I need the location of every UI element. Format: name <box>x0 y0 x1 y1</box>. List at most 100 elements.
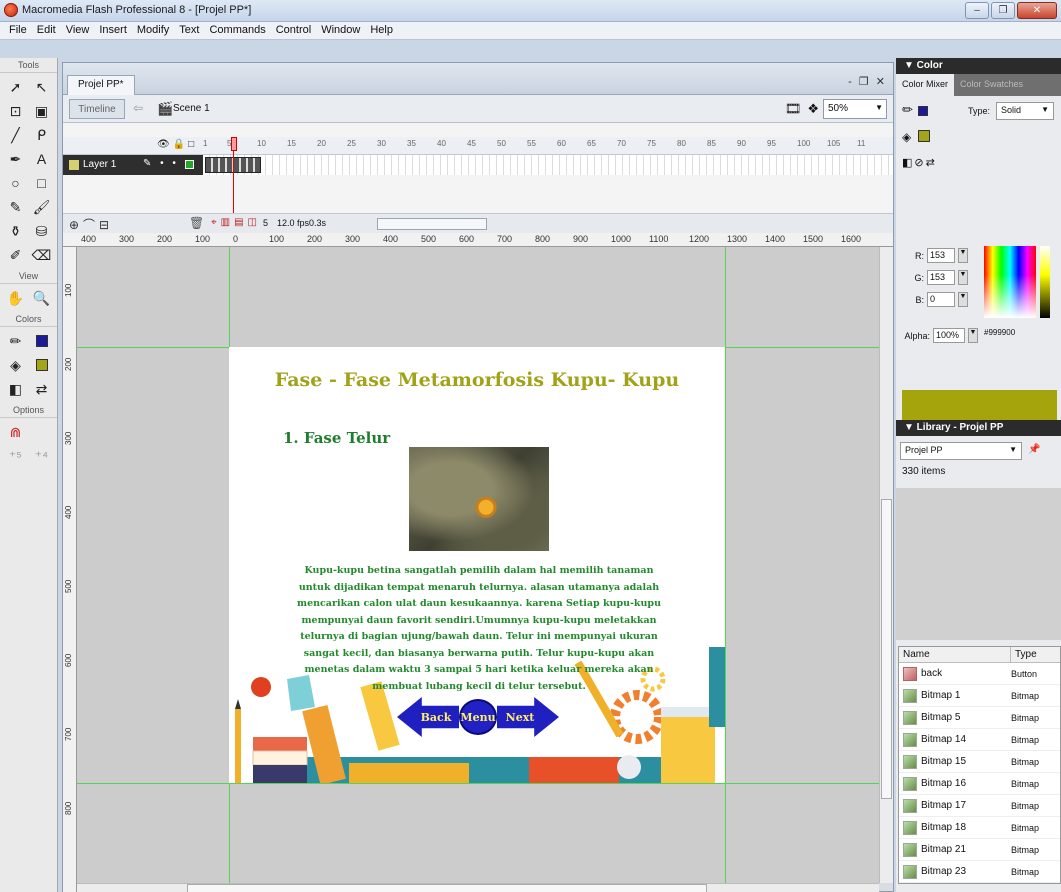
tab-color-mixer[interactable]: Color Mixer <box>896 74 955 96</box>
edit-symbols-icon[interactable]: ❖ <box>807 101 819 117</box>
insert-layer-icons[interactable]: ⊕⌒⊟ <box>69 216 113 233</box>
close-button[interactable]: ✕ <box>1017 2 1057 19</box>
red-input[interactable]: 153 <box>927 248 955 263</box>
chevron-down-icon[interactable]: ▼ <box>958 292 968 307</box>
stage-horizontal-scrollbar[interactable] <box>77 883 879 892</box>
stage-title[interactable]: Fase - Fase Metamorfosis Kupu- Kupu <box>229 369 725 391</box>
free-transform-tool-icon[interactable]: ⊡ <box>4 100 28 122</box>
library-panel-header[interactable]: ▼ Library - Projel PP <box>896 420 1061 436</box>
stroke-color-icon[interactable]: ✏ <box>4 330 28 352</box>
line-tool-icon[interactable]: ╱ <box>4 124 28 146</box>
smooth-option-icon[interactable]: ⁺⁵ <box>4 445 28 467</box>
menu-commands[interactable]: Commands <box>204 22 270 39</box>
hex-value[interactable]: #999900 <box>984 328 1034 337</box>
menu-modify[interactable]: Modify <box>132 22 174 39</box>
back-arrow-icon[interactable]: ⇦ <box>133 101 143 115</box>
stroke-color-swatch[interactable] <box>30 330 54 352</box>
layer-name-cell[interactable]: Layer 1 ✎ • • <box>63 155 203 175</box>
alpha-input[interactable]: 100% <box>933 328 965 343</box>
onion-skin-icons[interactable]: ⌖▥▤◫ <box>211 217 261 228</box>
menu-button[interactable]: Menu <box>459 699 497 735</box>
phase-heading[interactable]: 1. Fase Telur <box>283 429 390 447</box>
menu-control[interactable]: Control <box>271 22 316 39</box>
column-name[interactable]: Name <box>899 647 1011 662</box>
trash-icon[interactable]: 🗑 <box>189 216 204 230</box>
eraser-tool-icon[interactable]: ⌫ <box>30 244 54 266</box>
menu-text[interactable]: Text <box>174 22 204 39</box>
chevron-down-icon[interactable]: ▼ <box>958 270 968 285</box>
timeline-scrollbar[interactable] <box>377 218 487 230</box>
zoom-select[interactable]: 50% ▼ <box>823 99 887 119</box>
scroll-thumb[interactable] <box>187 884 707 892</box>
table-row[interactable]: Bitmap 18 Bitmap <box>899 817 1060 839</box>
layer-row[interactable]: Layer 1 ✎ • • <box>63 155 893 175</box>
color-swap-icons[interactable]: ◧⊘⇄ <box>902 156 937 169</box>
subselection-tool-icon[interactable]: ↖ <box>30 76 54 98</box>
pin-icon[interactable]: 📌 <box>1028 444 1040 455</box>
document-window-controls[interactable]: - ❐ ✕ <box>848 75 887 88</box>
table-row[interactable]: Bitmap 1 Bitmap <box>899 685 1060 707</box>
ink-bottle-tool-icon[interactable]: ⚱ <box>4 220 28 242</box>
playhead-handle[interactable] <box>231 137 237 151</box>
layer-outline-color[interactable] <box>185 160 194 169</box>
tab-color-swatches[interactable]: Color Swatches <box>954 74 1029 96</box>
default-colors-icon[interactable]: ◧ <box>4 378 28 400</box>
brightness-slider[interactable] <box>1040 246 1050 318</box>
stage[interactable]: Fase - Fase Metamorfosis Kupu- Kupu 1. F… <box>229 347 725 783</box>
menu-help[interactable]: Help <box>365 22 398 39</box>
green-input[interactable]: 153 <box>927 270 955 285</box>
chevron-down-icon[interactable]: ▼ <box>968 328 978 343</box>
document-tab[interactable]: Projel PP* <box>67 75 135 95</box>
stroke-color-swatch[interactable] <box>918 106 928 116</box>
pen-tool-icon[interactable]: ✒ <box>4 148 28 170</box>
color-panel-header[interactable]: ▼ Color <box>896 58 1061 74</box>
layer-state-dots[interactable]: ✎ • • <box>143 158 179 169</box>
timeline-toggle-button[interactable]: Timeline <box>69 99 125 119</box>
scene-label[interactable]: Scene 1 <box>173 103 210 114</box>
restore-button[interactable]: ❐ <box>991 2 1015 19</box>
text-tool-icon[interactable]: A <box>30 148 54 170</box>
layer-toggle-icons[interactable]: 👁🔒□ <box>157 139 197 150</box>
swap-colors-icon[interactable]: ⇄ <box>30 378 54 400</box>
edit-scene-icon[interactable]: 🎞 <box>785 101 802 117</box>
hand-tool-icon[interactable]: ✋ <box>4 287 28 309</box>
table-row[interactable]: Bitmap 5 Bitmap <box>899 707 1060 729</box>
table-row[interactable]: back Button <box>899 663 1060 685</box>
phase-description[interactable]: Kupu-kupu betina sangatlah pemilih dalam… <box>293 563 665 695</box>
rectangle-tool-icon[interactable]: □ <box>30 172 54 194</box>
snap-magnet-icon[interactable]: ⋒ <box>4 421 28 443</box>
menu-edit[interactable]: Edit <box>32 22 61 39</box>
work-area[interactable]: Fase - Fase Metamorfosis Kupu- Kupu 1. F… <box>77 247 879 883</box>
menu-view[interactable]: View <box>61 22 95 39</box>
menu-window[interactable]: Window <box>316 22 365 39</box>
fill-color-swatch[interactable] <box>918 130 930 142</box>
selection-tool-icon[interactable]: ➚ <box>4 76 28 98</box>
eyedropper-tool-icon[interactable]: ✐ <box>4 244 28 266</box>
stage-vertical-scrollbar[interactable] <box>879 247 893 883</box>
stroke-color-icon[interactable]: ✏ <box>902 102 913 118</box>
fill-type-select[interactable]: Solid ▼ <box>996 102 1054 120</box>
table-row[interactable]: Bitmap 17 Bitmap <box>899 795 1060 817</box>
guide-line[interactable] <box>77 783 879 784</box>
menu-file[interactable]: File <box>4 22 32 39</box>
paint-bucket-tool-icon[interactable]: ⛁ <box>30 220 54 242</box>
scroll-thumb[interactable] <box>881 499 892 799</box>
oval-tool-icon[interactable]: ○ <box>4 172 28 194</box>
library-select[interactable]: Projel PP ▼ <box>900 442 1022 460</box>
brush-tool-icon[interactable]: 🖌 <box>30 196 54 218</box>
chevron-down-icon[interactable]: ▼ <box>958 248 968 263</box>
gradient-transform-tool-icon[interactable]: ▣ <box>30 100 54 122</box>
table-row[interactable]: Bitmap 15 Bitmap <box>899 751 1060 773</box>
color-spectrum[interactable] <box>984 246 1036 318</box>
fill-color-icon[interactable]: ◈ <box>902 130 911 144</box>
blue-input[interactable]: 0 <box>927 292 955 307</box>
pencil-tool-icon[interactable]: ✎ <box>4 196 28 218</box>
zoom-tool-icon[interactable]: 🔍 <box>30 287 54 309</box>
column-type[interactable]: Type <box>1011 647 1041 662</box>
guide-line[interactable] <box>725 247 726 883</box>
minimize-button[interactable]: – <box>965 2 989 19</box>
fill-color-swatch[interactable] <box>30 354 54 376</box>
table-row[interactable]: Bitmap 23 Bitmap <box>899 861 1060 883</box>
frame-cells[interactable] <box>203 155 893 175</box>
table-row[interactable]: Bitmap 14 Bitmap <box>899 729 1060 751</box>
